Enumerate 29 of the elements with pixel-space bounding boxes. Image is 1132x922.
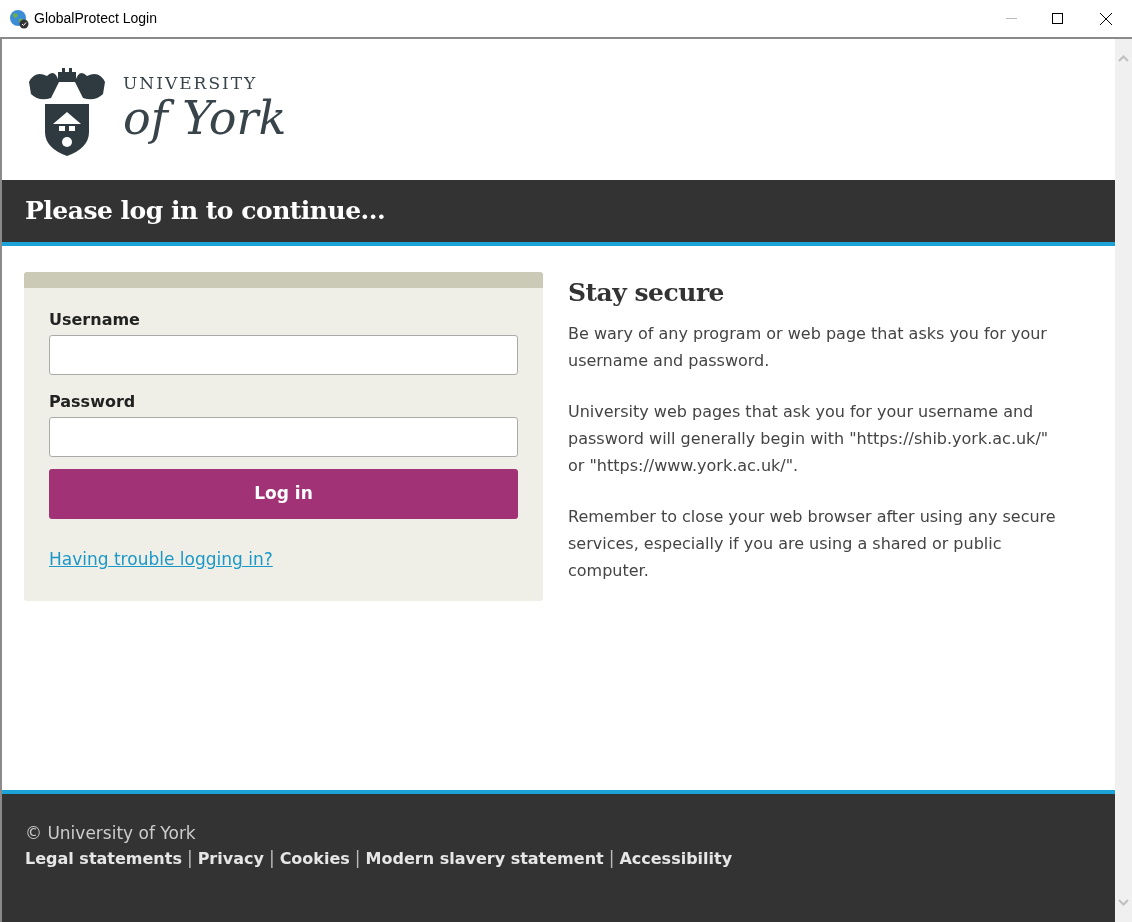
footer-link[interactable]: Privacy [197,846,264,871]
login-button[interactable]: Log in [49,469,518,519]
footer-link[interactable]: Modern slavery statement [365,846,604,871]
info-heading: Stay secure [568,277,725,309]
page-heading: Please log in to continue... [25,195,386,228]
separator: | [268,847,275,870]
separator: | [354,847,361,870]
footer-link[interactable]: Cookies [279,846,350,871]
logo-wordmark: UNIVERSITY [123,75,259,92]
close-icon [1100,12,1112,25]
info-paragraph: University web pages that ask you for your username and password will generally begin with "https://shib.york.ac.uk/" or "https://www.york.ac.uk/". [568,400,1050,477]
minimize-icon [1005,18,1017,19]
username-field[interactable] [49,335,518,375]
footer-link[interactable]: Accessibility [619,846,733,871]
info-paragraph: Remember to close your web browser after using any secure services, especially if you are using a shared or public computer. [568,505,1057,582]
password-field[interactable] [49,417,518,457]
logo-script: of York [123,92,287,144]
footer-link[interactable]: Legal statements [25,846,182,871]
maximize-icon [1051,13,1063,24]
field-label: Password [49,392,137,412]
field-label: Username [49,310,141,330]
copyright-text: © University of York [25,822,197,845]
info-paragraph: Be wary of any program or web page that asks you for your username and password. [568,322,1048,372]
globe-icon [9,8,29,29]
separator: | [186,847,193,870]
separator: | [608,847,615,870]
scroll-down-icon[interactable] [1118,899,1129,906]
scroll-up-icon[interactable] [1118,55,1129,62]
window-title: GlobalProtect Login [34,9,157,28]
